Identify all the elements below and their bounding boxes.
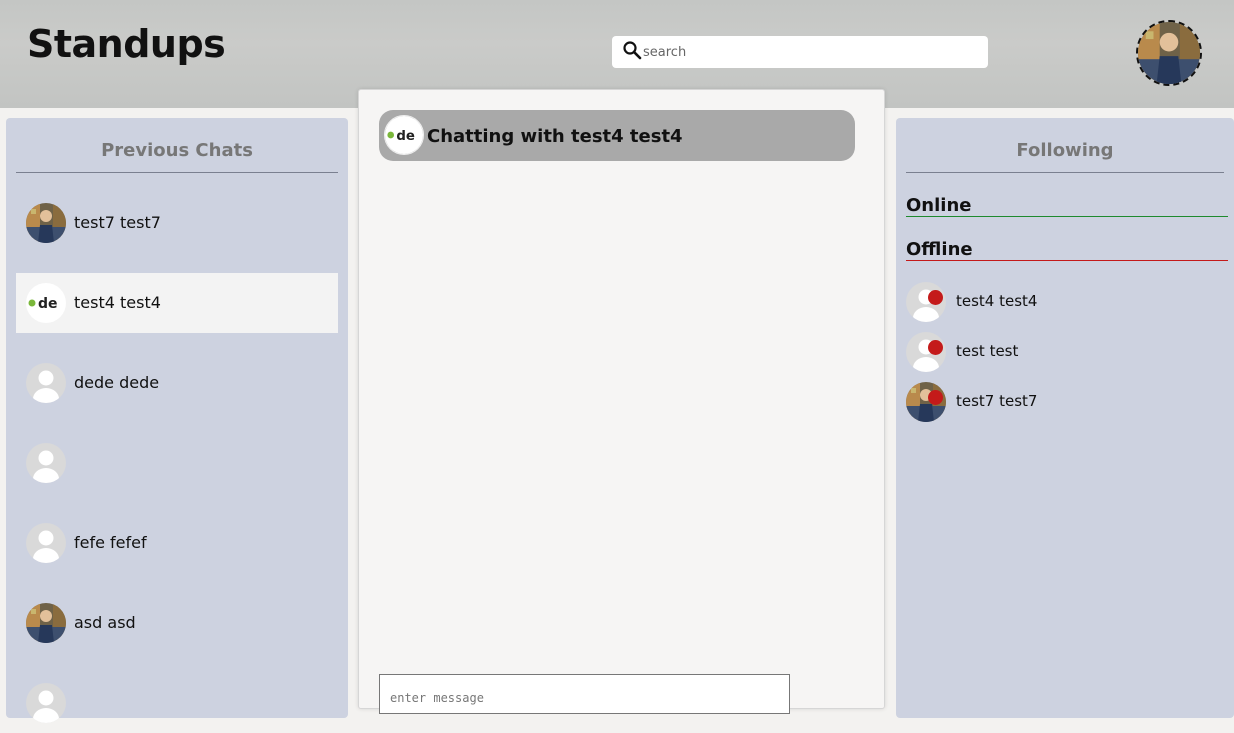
app-title: Standups	[27, 22, 226, 66]
message-input[interactable]	[379, 674, 790, 714]
offline-status-dot	[928, 390, 943, 405]
avatar	[26, 443, 66, 483]
chat-window: Chatting with test4 test4	[358, 89, 885, 714]
following-item-name: test test	[956, 342, 1019, 360]
chat-list-item[interactable]: fefe fefef	[16, 513, 338, 573]
chat-list-item[interactable]: dede dede	[16, 353, 338, 413]
profile-avatar[interactable]	[1136, 20, 1202, 86]
chat-list-item[interactable]: asd asd	[16, 593, 338, 653]
following-item[interactable]: test test	[906, 332, 1206, 376]
avatar	[26, 363, 66, 403]
following-item[interactable]: test4 test4	[906, 282, 1206, 326]
following-item-name: test7 test7	[956, 392, 1038, 410]
divider	[16, 172, 338, 173]
offline-status-dot	[928, 290, 943, 305]
chat-header-title: Chatting with test4 test4	[427, 126, 683, 147]
chat-list-item[interactable]	[16, 433, 338, 493]
avatar	[26, 283, 66, 323]
chat-header: Chatting with test4 test4	[379, 110, 855, 161]
search-icon[interactable]	[622, 40, 642, 60]
chat-list-item-selected[interactable]: test4 test4	[16, 273, 338, 333]
following-panel: Following Online Offline test4 test4 tes…	[896, 118, 1234, 718]
chat-item-name: dede dede	[74, 373, 160, 392]
following-item-name: test4 test4	[956, 292, 1038, 310]
search-input[interactable]	[643, 36, 973, 68]
chat-partner-avatar[interactable]	[384, 115, 424, 155]
following-title: Following	[1016, 140, 1114, 161]
avatar-image	[1138, 22, 1200, 84]
previous-chats-title: Previous Chats	[101, 140, 253, 161]
offline-status-dot	[928, 340, 943, 355]
avatar	[26, 683, 66, 723]
message-area[interactable]	[379, 170, 855, 665]
search-bar[interactable]	[612, 36, 988, 68]
chat-list-item[interactable]: test7 test7	[16, 193, 338, 253]
chat-item-name: test4 test4	[74, 293, 161, 312]
chat-item-name: asd asd	[74, 613, 136, 632]
avatar	[26, 603, 66, 643]
chat-item-name: test7 test7	[74, 213, 161, 232]
avatar	[26, 523, 66, 563]
chat-item-name: fefe fefef	[74, 533, 147, 552]
avatar	[26, 203, 66, 243]
following-item[interactable]: test7 test7	[906, 382, 1206, 426]
divider	[906, 172, 1224, 173]
chat-list-item-partial[interactable]	[16, 673, 338, 733]
offline-heading: Offline	[906, 239, 973, 260]
offline-divider	[906, 260, 1228, 261]
online-heading: Online	[906, 195, 972, 216]
online-divider	[906, 216, 1228, 217]
previous-chats-panel: Previous Chats test7 test7 test4 test4 d…	[6, 118, 348, 718]
